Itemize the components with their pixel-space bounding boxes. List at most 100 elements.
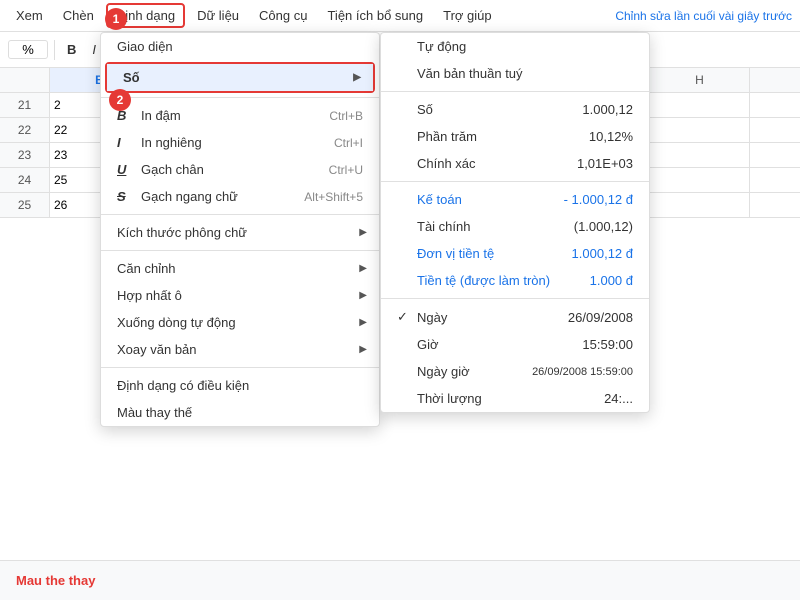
so-label: Số xyxy=(417,102,433,117)
sub-item-thoi-luong[interactable]: Thời lượng 24:... xyxy=(381,385,649,412)
mau-thay-the-label: Màu thay thế xyxy=(117,405,192,420)
sub-item-tu-dong[interactable]: Tự động xyxy=(381,33,649,60)
menu-dinh-dang[interactable]: Định dạng xyxy=(106,3,185,28)
sub-item-gio[interactable]: Giờ 15:59:00 xyxy=(381,331,649,358)
sub-item-ngay[interactable]: ✓ Ngày 26/09/2008 xyxy=(381,303,649,331)
cell-23-h[interactable] xyxy=(650,143,750,167)
ngay-value: 26/09/2008 xyxy=(568,310,633,325)
so-label: Số xyxy=(123,70,140,85)
dinh-dang-dk-label: Định dạng có điều kiện xyxy=(117,378,249,393)
in-nghieng-label: In nghiêng xyxy=(141,135,202,150)
underline-prefix-icon: U xyxy=(117,162,137,177)
tien-te-tron-label: Tiền tệ (được làm tròn) xyxy=(417,273,550,288)
xuong-dong-label: Xuống dòng tự động xyxy=(117,315,236,330)
tai-chinh-value: (1.000,12) xyxy=(574,219,633,234)
so-value: 1.000,12 xyxy=(582,102,633,117)
italic-prefix-icon: I xyxy=(117,135,137,150)
ngay-label: Ngày xyxy=(417,310,447,325)
row-num-23: 23 xyxy=(0,143,50,167)
step-2-badge: 2 xyxy=(109,89,131,111)
sep-2 xyxy=(101,214,379,215)
main-dropdown-menu[interactable]: Giao diện Số 2 B In đậm Ctrl+B I In nghi… xyxy=(100,32,380,427)
menu-tro-giup[interactable]: Trợ giúp xyxy=(435,5,500,26)
cell-24-h[interactable] xyxy=(650,168,750,192)
dropdown-item-xoay[interactable]: Xoay văn bản xyxy=(101,336,379,363)
ke-toan-label: Kế toán xyxy=(417,192,462,207)
dropdown-item-kich-thuoc[interactable]: Kích thước phông chữ xyxy=(101,219,379,246)
dropdown-item-gach-chan[interactable]: U Gạch chân Ctrl+U xyxy=(101,156,379,183)
sub-sep-3 xyxy=(381,298,649,299)
thoi-luong-label: Thời lượng xyxy=(417,391,482,406)
in-dam-label: In đậm xyxy=(141,108,181,123)
in-dam-shortcut: Ctrl+B xyxy=(329,109,363,123)
dropdown-item-dinh-dang-dk[interactable]: Định dạng có điều kiện xyxy=(101,372,379,399)
dropdown-item-in-nghieng[interactable]: I In nghiêng Ctrl+I xyxy=(101,129,379,156)
menu-xem[interactable]: Xem xyxy=(8,5,51,26)
tu-dong-label: Tự động xyxy=(417,39,466,54)
so-submenu[interactable]: Tự động Văn bản thuần tuý Số 1.000,12 Ph… xyxy=(380,32,650,413)
menu-chen[interactable]: Chèn xyxy=(55,5,102,26)
row-num-21: 21 xyxy=(0,93,50,117)
sub-item-van-ban[interactable]: Văn bản thuần tuý xyxy=(381,60,649,87)
tien-te-tron-value: 1.000 đ xyxy=(590,273,633,288)
giao-dien-label: Giao diện xyxy=(117,39,173,54)
chinh-xac-value: 1,01E+03 xyxy=(577,156,633,171)
in-nghieng-shortcut: Ctrl+I xyxy=(334,136,363,150)
sub-sep-2 xyxy=(381,181,649,182)
dropdown-item-can-chinh[interactable]: Căn chỉnh xyxy=(101,255,379,282)
sep-1 xyxy=(101,97,379,98)
bottom-text-label: Mau the thay xyxy=(16,573,95,588)
dropdown-item-gach-ngang[interactable]: S Gạch ngang chữ Alt+Shift+5 xyxy=(101,183,379,210)
sub-item-so[interactable]: Số 1.000,12 xyxy=(381,96,649,123)
bold-button[interactable]: B xyxy=(61,40,82,59)
cell-22-h[interactable] xyxy=(650,118,750,142)
menu-tien-ich[interactable]: Tiện ích bổ sung xyxy=(319,5,431,26)
phan-tram-label: Phần trăm xyxy=(417,129,477,144)
can-chinh-label: Căn chỉnh xyxy=(117,261,176,276)
col-header-h: H xyxy=(650,68,750,92)
dropdown-item-so[interactable]: Số xyxy=(107,64,373,91)
kich-thuoc-label: Kích thước phông chữ xyxy=(117,225,247,240)
dropdown-item-xuong-dong[interactable]: Xuống dòng tự động xyxy=(101,309,379,336)
sub-item-don-vi-tien-te[interactable]: Đơn vị tiền tệ 1.000,12 đ xyxy=(381,240,649,267)
gach-chan-label: Gạch chân xyxy=(141,162,204,177)
row-num-25: 25 xyxy=(0,193,50,217)
hop-nhat-label: Hợp nhất ô xyxy=(117,288,182,303)
phan-tram-value: 10,12% xyxy=(589,129,633,144)
menu-du-lieu[interactable]: Dữ liệu xyxy=(189,5,247,26)
sub-item-tien-te-tron[interactable]: Tiền tệ (được làm tròn) 1.000 đ xyxy=(381,267,649,294)
last-edit-link[interactable]: Chỉnh sửa lần cuối vài giây trước xyxy=(615,9,792,23)
ke-toan-value: - 1.000,12 đ xyxy=(564,192,633,207)
row-num-header xyxy=(0,68,50,92)
toolbar-separator-1 xyxy=(54,40,55,60)
gio-value: 15:59:00 xyxy=(582,337,633,352)
thoi-luong-value: 24:... xyxy=(604,391,633,406)
dropdown-item-giao-dien[interactable]: Giao diện xyxy=(101,33,379,60)
cell-25-h[interactable] xyxy=(650,193,750,217)
sub-item-tai-chinh[interactable]: Tài chính (1.000,12) xyxy=(381,213,649,240)
xoay-label: Xoay văn bản xyxy=(117,342,197,357)
don-vi-value: 1.000,12 đ xyxy=(572,246,633,261)
dropdown-item-in-dam[interactable]: B In đậm Ctrl+B xyxy=(101,102,379,129)
sub-item-chinh-xac[interactable]: Chính xác 1,01E+03 xyxy=(381,150,649,177)
sub-item-ke-toan[interactable]: Kế toán - 1.000,12 đ xyxy=(381,186,649,213)
bottom-bar: Mau the thay xyxy=(0,560,800,600)
sub-sep-1 xyxy=(381,91,649,92)
sub-item-ngay-gio[interactable]: Ngày giờ 26/09/2008 15:59:00 xyxy=(381,358,649,385)
dropdown-item-hop-nhat[interactable]: Hợp nhất ô xyxy=(101,282,379,309)
ngay-check: ✓ xyxy=(397,309,417,325)
ngay-gio-label: Ngày giờ xyxy=(417,364,470,379)
row-num-24: 24 xyxy=(0,168,50,192)
sep-4 xyxy=(101,367,379,368)
row-num-22: 22 xyxy=(0,118,50,142)
dropdown-item-mau-thay-the[interactable]: Màu thay thế xyxy=(101,399,379,426)
don-vi-label: Đơn vị tiền tệ xyxy=(417,246,494,261)
percent-input[interactable] xyxy=(8,40,48,59)
ngay-gio-value: 26/09/2008 15:59:00 xyxy=(532,366,633,378)
sep-3 xyxy=(101,250,379,251)
cell-21-h[interactable] xyxy=(650,93,750,117)
van-ban-label: Văn bản thuần tuý xyxy=(417,66,523,81)
menu-bar: Xem Chèn Định dạng Dữ liệu Công cụ Tiện … xyxy=(0,0,800,32)
menu-cong-cu[interactable]: Công cụ xyxy=(251,5,315,26)
sub-item-phan-tram[interactable]: Phần trăm 10,12% xyxy=(381,123,649,150)
